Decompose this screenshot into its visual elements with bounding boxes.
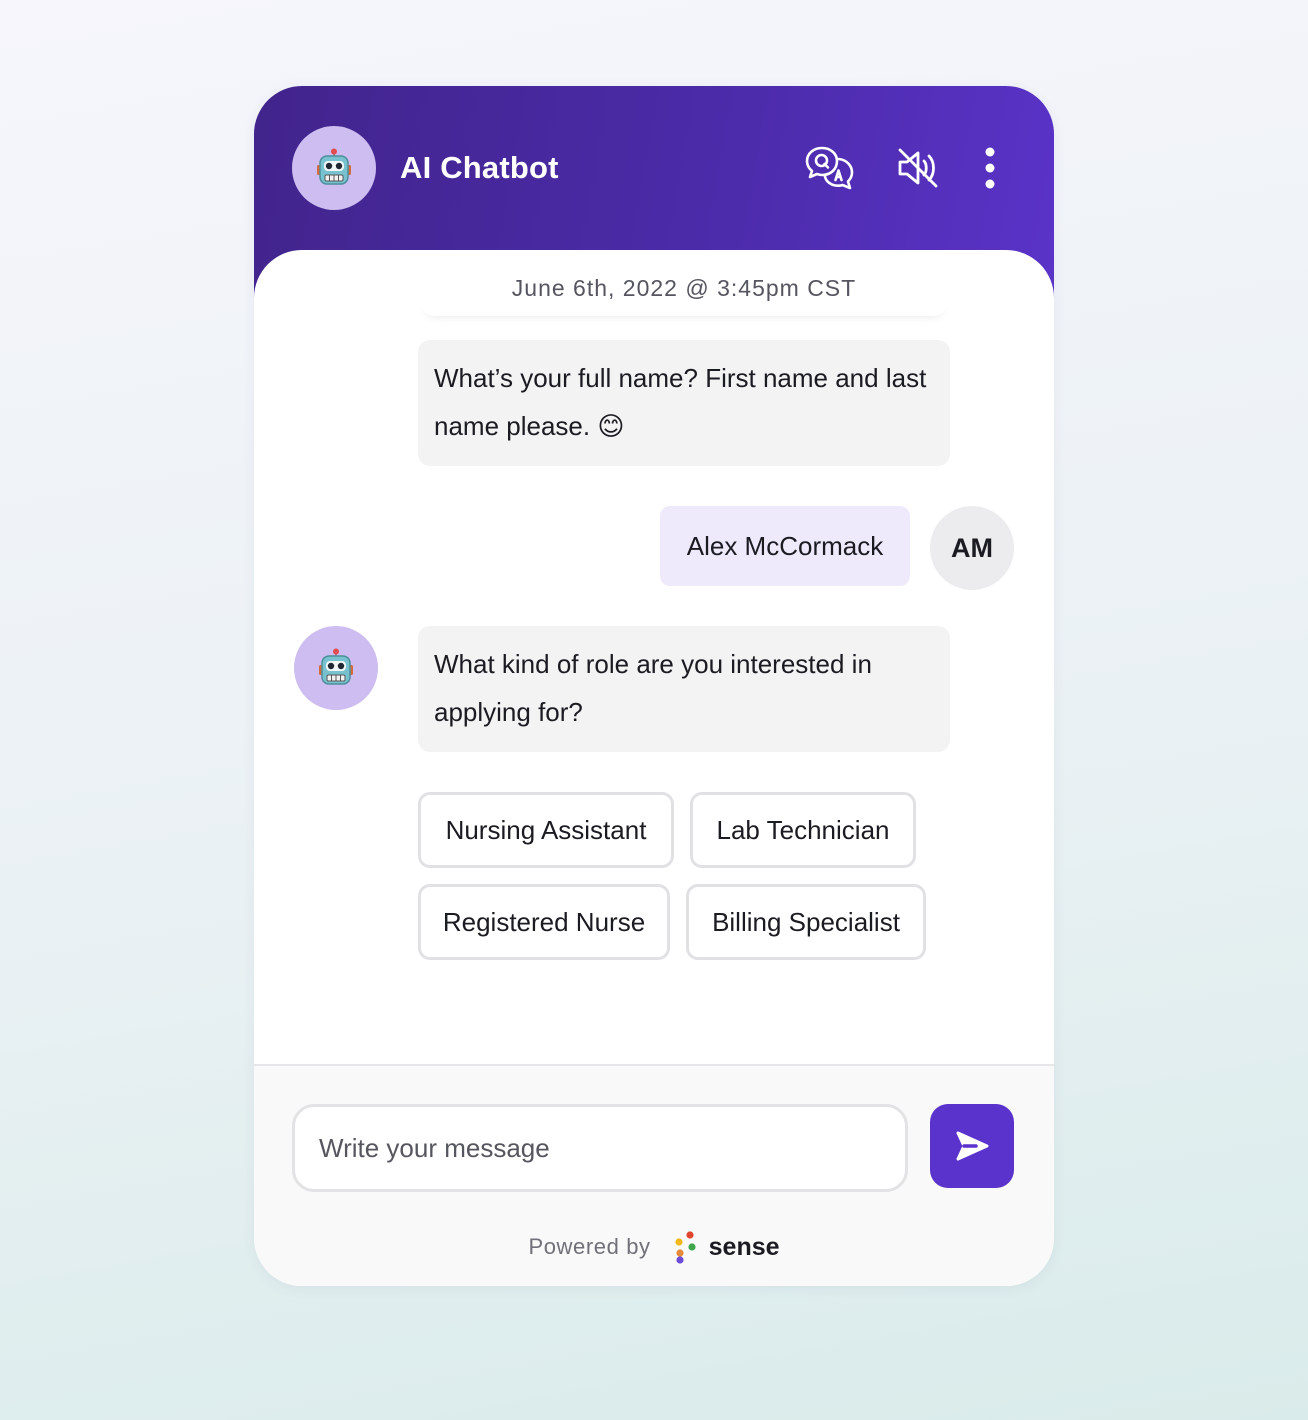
quick-reply-billing-specialist[interactable]: Billing Specialist bbox=[686, 884, 926, 960]
bot-message: What’s your full name? First name and la… bbox=[418, 340, 950, 466]
mute-button[interactable] bbox=[890, 142, 946, 194]
chat-widget: AI Chatbot June 6th, 2022 @ 3:45pm CST W… bbox=[254, 86, 1054, 1286]
sense-logo-icon bbox=[675, 1231, 696, 1264]
composer-footer: Powered by sense bbox=[254, 1064, 1054, 1286]
bot-message-text: What’s your full name? First name and la… bbox=[434, 363, 927, 441]
message-input[interactable] bbox=[292, 1104, 908, 1192]
conversation-area[interactable]: June 6th, 2022 @ 3:45pm CST What’s your … bbox=[254, 250, 1054, 1066]
user-avatar: AM bbox=[930, 506, 1014, 590]
robot-icon bbox=[319, 648, 353, 685]
timestamp-divider: June 6th, 2022 @ 3:45pm CST bbox=[418, 250, 950, 316]
bot-avatar bbox=[294, 626, 378, 710]
user-message: Alex McCormack bbox=[660, 506, 910, 586]
user-message-text: Alex McCormack bbox=[686, 530, 884, 561]
bot-message-text: What kind of role are you interested in … bbox=[434, 649, 872, 727]
send-icon bbox=[956, 1131, 989, 1161]
quick-reply-registered-nurse[interactable]: Registered Nurse bbox=[418, 884, 670, 960]
bot-avatar bbox=[292, 126, 376, 210]
more-vertical-icon bbox=[985, 147, 995, 189]
chat-title: AI Chatbot bbox=[400, 150, 559, 185]
powered-by: Powered by sense bbox=[254, 1230, 1054, 1264]
sound-off-icon bbox=[898, 148, 938, 188]
qa-button[interactable] bbox=[802, 142, 858, 194]
quick-reply-lab-technician[interactable]: Lab Technician bbox=[690, 792, 916, 868]
bot-message: What kind of role are you interested in … bbox=[418, 626, 950, 752]
powered-by-label: Powered by bbox=[528, 1234, 651, 1259]
robot-icon bbox=[317, 148, 351, 185]
send-button[interactable] bbox=[930, 1104, 1014, 1188]
quick-reply-nursing-assistant[interactable]: Nursing Assistant bbox=[418, 792, 674, 868]
qa-icon bbox=[805, 146, 854, 190]
more-button[interactable] bbox=[962, 142, 1018, 194]
brand-name[interactable]: sense bbox=[709, 1233, 780, 1262]
